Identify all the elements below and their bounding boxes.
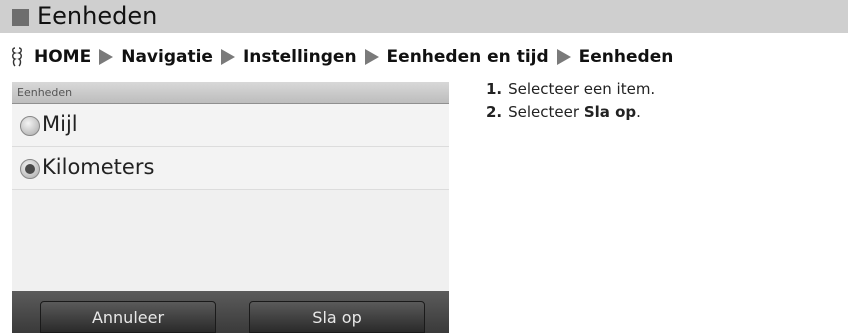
option-kilometers[interactable]: Kilometers xyxy=(12,147,449,190)
instructions: 1. Selecteer een item. 2. Selecteer Sla op… xyxy=(486,80,655,126)
header-square-icon xyxy=(12,9,29,26)
radio-selected-icon[interactable] xyxy=(20,159,40,179)
breadcrumb-arrow-icon xyxy=(364,49,379,65)
breadcrumb-item-home: HOME xyxy=(34,47,92,67)
option-label: Mijl xyxy=(42,112,78,136)
breadcrumb-item-eenheden-en-tijd: Eenheden en tijd xyxy=(386,47,549,67)
instruction-step-2: 2. Selecteer Sla op. xyxy=(486,103,641,121)
breadcrumb-item-eenheden: Eenheden xyxy=(578,47,674,67)
breadcrumb-arrow-icon xyxy=(556,49,571,65)
option-label: Kilometers xyxy=(42,155,155,179)
save-button[interactable]: Sla op xyxy=(249,301,425,333)
breadcrumb-arrow-icon xyxy=(220,49,235,65)
page-title: Eenheden xyxy=(37,2,158,30)
device-screen: Eenheden Mijl Kilometers Annuleer Sla op xyxy=(12,82,449,333)
instruction-step-1: 1. Selecteer een item. xyxy=(486,80,656,98)
cancel-button[interactable]: Annuleer xyxy=(40,301,216,333)
breadcrumb-item-navigatie: Navigatie xyxy=(121,47,213,67)
breadcrumb-arrow-icon xyxy=(99,49,114,65)
screen-title: Eenheden xyxy=(17,86,73,99)
button-bar: Annuleer Sla op xyxy=(12,291,449,333)
radio-unselected-icon[interactable] xyxy=(20,116,40,136)
voice-command-icon xyxy=(12,47,22,67)
option-mijl[interactable]: Mijl xyxy=(12,104,449,147)
breadcrumb-item-instellingen: Instellingen xyxy=(242,47,357,67)
section-header: Eenheden xyxy=(0,0,848,33)
screen-title-bar: Eenheden xyxy=(12,82,449,104)
breadcrumb: HOME Navigatie Instellingen Eenheden en … xyxy=(10,44,673,70)
